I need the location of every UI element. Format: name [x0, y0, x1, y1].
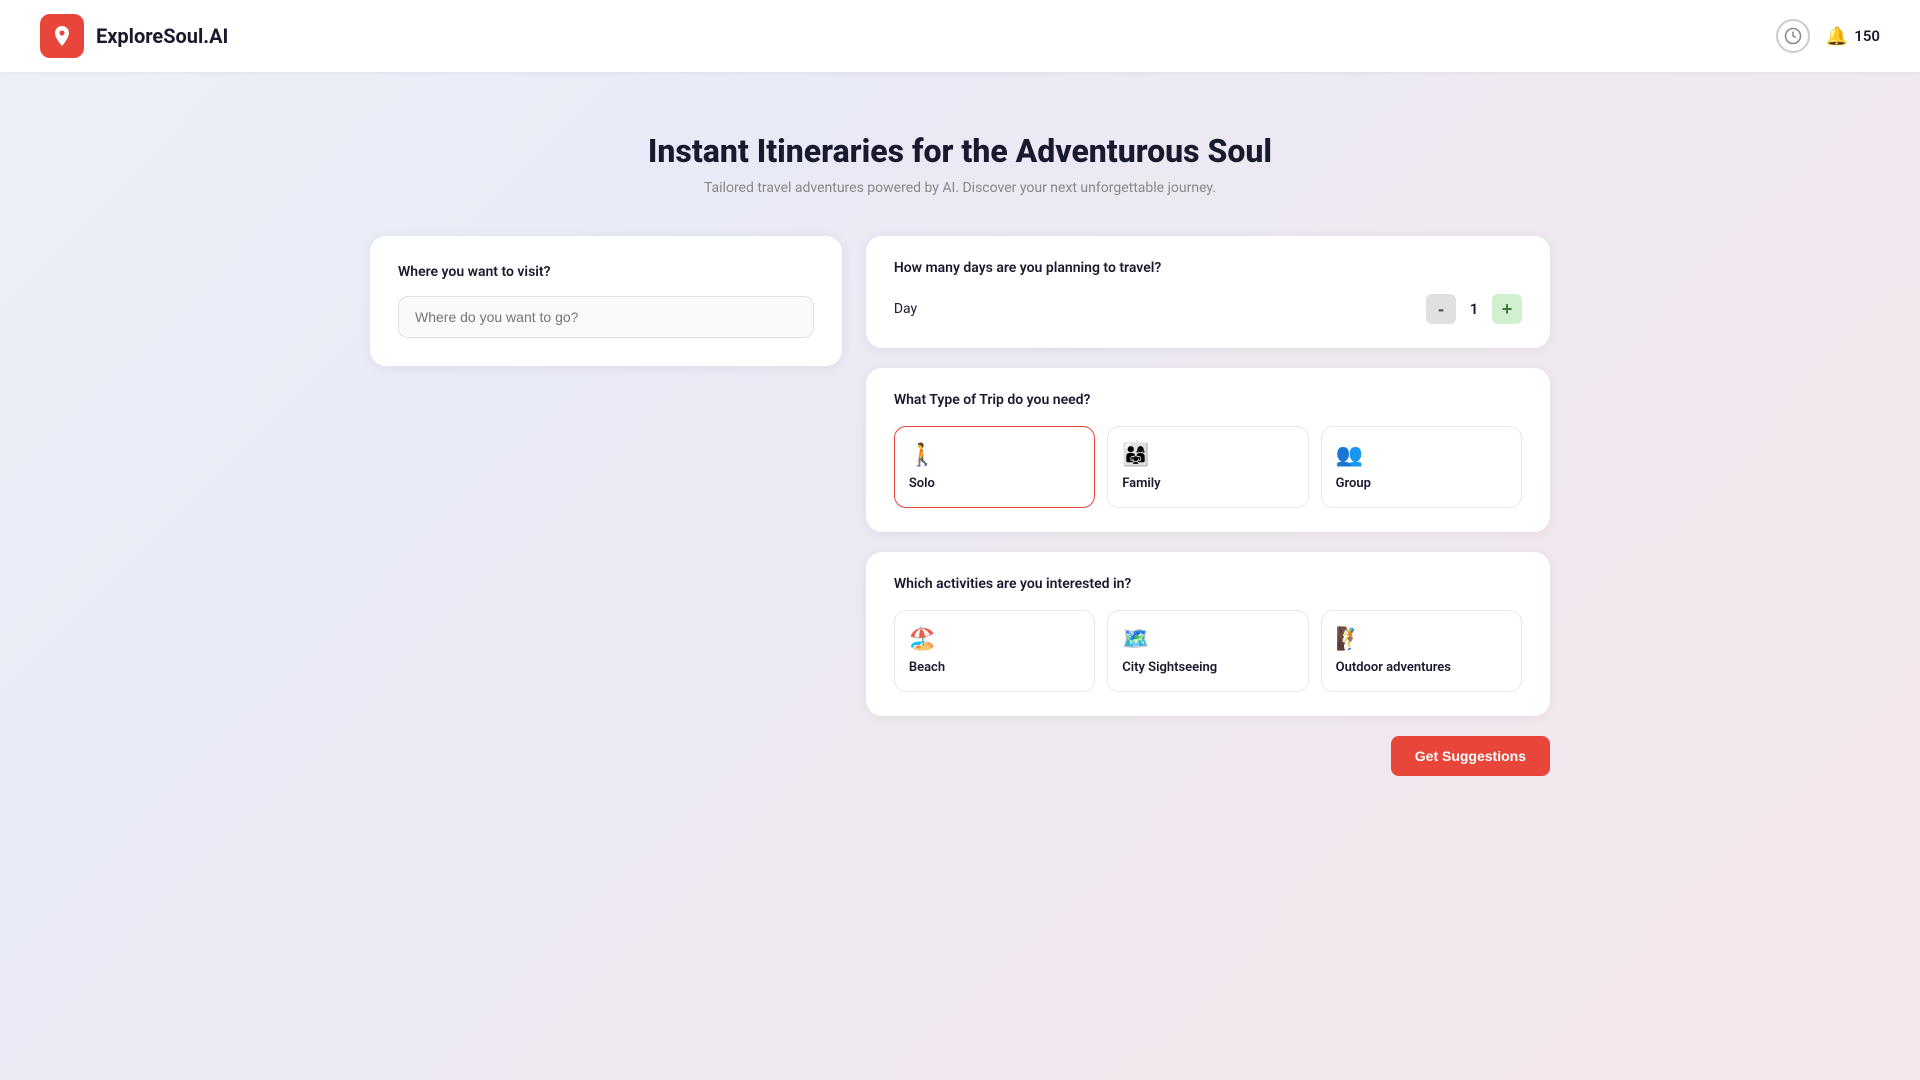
activity-label-city-sightseeing: City Sightseeing — [1122, 660, 1293, 675]
trip-label-group: Group — [1336, 476, 1507, 491]
activity-card-beach[interactable]: 🏖️ Beach — [894, 610, 1095, 692]
trip-type-card: What Type of Trip do you need? 🚶 Solo 👨‍… — [866, 368, 1550, 532]
activities-card: Which activities are you interested in? … — [866, 552, 1550, 716]
points-value: 150 — [1854, 27, 1880, 45]
activity-label-beach: Beach — [909, 660, 1080, 675]
logo-area: ExploreSoul.AI — [40, 14, 228, 58]
decrement-button[interactable]: - — [1426, 294, 1456, 324]
trip-type-title: What Type of Trip do you need? — [894, 392, 1522, 408]
get-suggestions-button[interactable]: Get Suggestions — [1391, 736, 1550, 776]
form-layout: Where you want to visit? How many days a… — [370, 236, 1550, 716]
trip-card-group[interactable]: 👥 Group — [1321, 426, 1522, 508]
right-cards: How many days are you planning to travel… — [866, 236, 1550, 716]
trip-icon-family: 👨‍👩‍👧 — [1122, 443, 1293, 468]
activity-icon-city-sightseeing: 🗺️ — [1122, 627, 1293, 652]
logo-icon — [40, 14, 84, 58]
counter-value: 1 — [1464, 300, 1484, 318]
activity-card-outdoor-adventures[interactable]: 🧗 Outdoor adventures — [1321, 610, 1522, 692]
destination-card: Where you want to visit? — [370, 236, 842, 366]
header: ExploreSoul.AI 🔔 150 — [0, 0, 1920, 72]
counter-controls: - 1 + — [1426, 294, 1522, 324]
destination-input[interactable] — [398, 296, 814, 338]
days-row: Day - 1 + — [894, 294, 1522, 324]
activity-icon-outdoor-adventures: 🧗 — [1336, 627, 1507, 652]
clock-icon[interactable] — [1776, 19, 1810, 53]
points-icon: 🔔 — [1826, 26, 1848, 47]
trip-label-solo: Solo — [909, 476, 1080, 491]
days-card: How many days are you planning to travel… — [866, 236, 1550, 348]
app-name: ExploreSoul.AI — [96, 24, 228, 48]
activity-label-outdoor-adventures: Outdoor adventures — [1336, 660, 1507, 675]
trip-card-solo[interactable]: 🚶 Solo — [894, 426, 1095, 508]
main-content: Instant Itineraries for the Adventurous … — [350, 72, 1570, 816]
header-right: 🔔 150 — [1776, 19, 1880, 53]
hero-subtitle: Tailored travel adventures powered by AI… — [370, 180, 1550, 196]
trip-icon-solo: 🚶 — [909, 443, 1080, 468]
activity-card-city-sightseeing[interactable]: 🗺️ City Sightseeing — [1107, 610, 1308, 692]
day-label: Day — [894, 301, 917, 317]
increment-button[interactable]: + — [1492, 294, 1522, 324]
trip-card-family[interactable]: 👨‍👩‍👧 Family — [1107, 426, 1308, 508]
activity-icon-beach: 🏖️ — [909, 627, 1080, 652]
hero-title: Instant Itineraries for the Adventurous … — [370, 132, 1550, 170]
trip-icon-group: 👥 — [1336, 443, 1507, 468]
points-display: 🔔 150 — [1826, 26, 1880, 47]
activities-grid: 🏖️ Beach 🗺️ City Sightseeing 🧗 Outdoor a… — [894, 610, 1522, 692]
days-title: How many days are you planning to travel… — [894, 260, 1522, 276]
trip-type-grid: 🚶 Solo 👨‍👩‍👧 Family 👥 Group — [894, 426, 1522, 508]
activities-title: Which activities are you interested in? — [894, 576, 1522, 592]
destination-label: Where you want to visit? — [398, 264, 814, 280]
bottom-row: Get Suggestions — [370, 736, 1550, 776]
trip-label-family: Family — [1122, 476, 1293, 491]
